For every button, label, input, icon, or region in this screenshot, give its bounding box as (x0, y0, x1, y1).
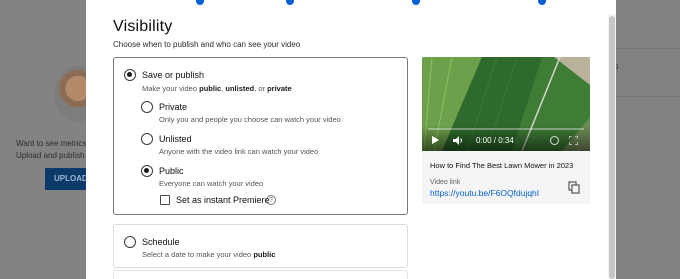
background-divider (616, 48, 680, 49)
video-link-label: Video link (430, 179, 461, 186)
scrollbar-thumb[interactable] (609, 16, 615, 279)
background-divider (616, 96, 680, 97)
public-label: Public (159, 166, 184, 176)
save-or-publish-description: Make your video public, unlisted, or pri… (142, 84, 292, 93)
background-upload-button: UPLOAD (45, 168, 88, 190)
unlisted-label: Unlisted (159, 134, 192, 144)
dialog-subtitle: Choose when to publish and who can see y… (113, 40, 301, 49)
save-or-publish-radio[interactable] (124, 69, 136, 81)
next-section-panel (113, 270, 408, 279)
save-or-publish-label: Save or publish (142, 70, 205, 80)
video-title: How to Find The Best Lawn Mower in 2023 (430, 161, 574, 170)
video-link[interactable]: https://youtu.be/F6OQfdujqhI (430, 188, 539, 198)
visibility-dialog: Visibility Choose when to publish and wh… (86, 0, 616, 279)
video-time: 0:00 / 0:34 (476, 136, 514, 145)
background-metrics-text: Want to see metrics c (16, 139, 93, 148)
volume-icon[interactable] (453, 136, 463, 145)
instant-premiere-label: Set as instant Premiere (176, 195, 270, 205)
play-icon[interactable] (432, 136, 439, 144)
fullscreen-icon[interactable] (569, 136, 578, 145)
background-right-panel (616, 0, 680, 279)
schedule-description: Select a date to make your video public (142, 250, 276, 259)
stepper-dot (196, 0, 204, 5)
stepper-dot (412, 0, 420, 5)
stepper-dot (286, 0, 294, 5)
unlisted-description: Anyone with the video link can watch you… (159, 147, 319, 156)
seek-bar[interactable] (428, 128, 584, 130)
dialog-title: Visibility (113, 18, 173, 35)
instant-premiere-checkbox[interactable] (160, 195, 170, 205)
schedule-radio[interactable] (124, 236, 136, 248)
public-radio[interactable] (141, 165, 153, 177)
save-or-publish-panel[interactable]: Save or publish Make your video public, … (113, 57, 408, 215)
stepper-dot (538, 0, 546, 5)
help-icon[interactable]: ? (266, 195, 276, 205)
video-preview-card: 0:00 / 0:34 How to Find The Best Lawn Mo… (422, 57, 590, 204)
schedule-label: Schedule (142, 237, 180, 247)
unlisted-radio[interactable] (141, 133, 153, 145)
settings-gear-icon[interactable] (550, 136, 559, 145)
private-label: Private (159, 102, 188, 112)
schedule-panel[interactable]: Schedule Select a date to make your vide… (113, 224, 408, 268)
private-radio[interactable] (141, 101, 153, 113)
copy-icon[interactable] (568, 181, 580, 194)
background-upload-text: Upload and publish a (16, 151, 92, 160)
private-description: Only you and people you choose can watch… (159, 115, 341, 124)
public-description: Everyone can watch your video (159, 179, 264, 188)
